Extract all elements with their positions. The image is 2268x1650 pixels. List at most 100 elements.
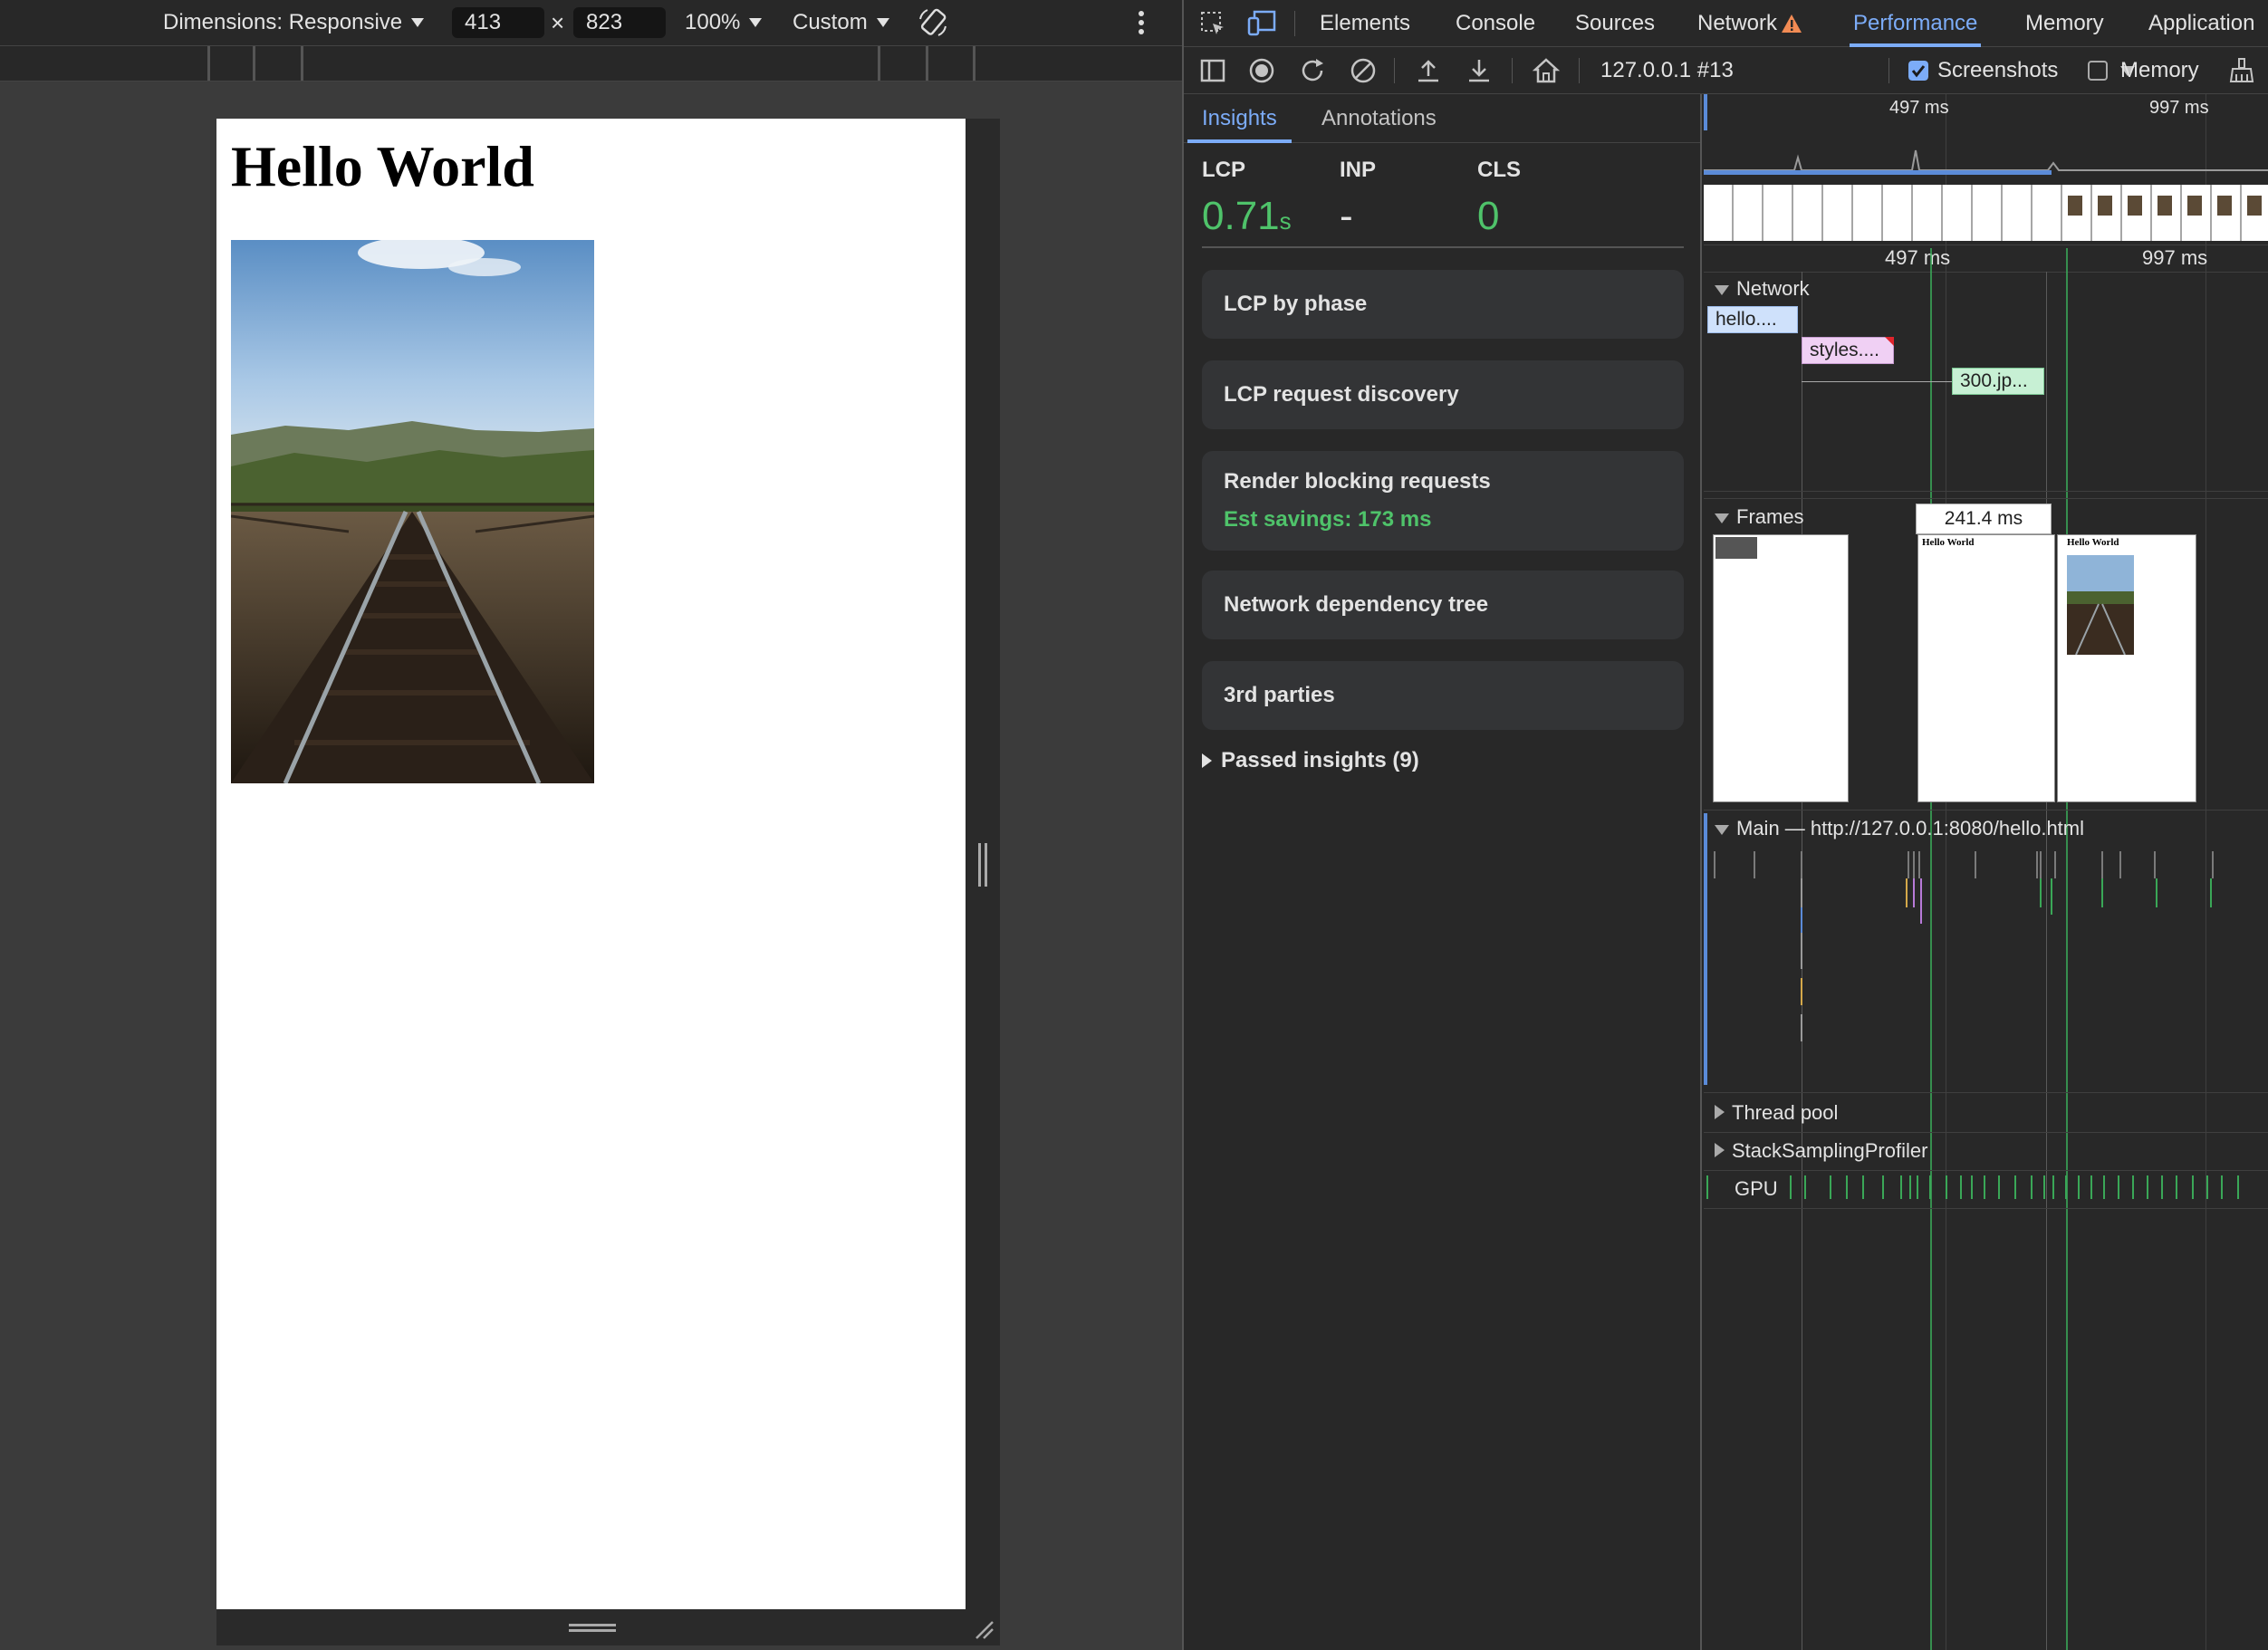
throttle-label: Custom xyxy=(793,10,868,34)
inspect-element-icon[interactable] xyxy=(1198,9,1227,38)
checkbox-unchecked-icon xyxy=(2088,61,2108,81)
resize-corner-icon[interactable] xyxy=(973,1618,995,1640)
chevron-down-icon xyxy=(411,18,425,27)
recording-select[interactable]: 127.0.0.1 #13 xyxy=(1600,47,2149,94)
network-request-image[interactable]: 300.jp... xyxy=(1952,368,2044,395)
upload-icon[interactable] xyxy=(1414,56,1443,85)
tab-network[interactable]: Network xyxy=(1697,0,1802,47)
checkbox-checked-icon xyxy=(1908,61,1928,81)
divider xyxy=(1704,272,2268,273)
insight-card-network-dependency-tree[interactable]: Network dependency tree xyxy=(1202,571,1684,639)
divider xyxy=(1704,498,2268,499)
devtools-panel: Elements Console Sources Network Perform… xyxy=(1182,0,2268,1650)
tab-console[interactable]: Console xyxy=(1456,0,1535,47)
sidebar-toggle-icon[interactable] xyxy=(1198,56,1227,85)
timeline-panel[interactable]: 497 ms 997 ms 497 ms 997 ms Network hell… xyxy=(1704,94,2268,1650)
metric-value: - xyxy=(1340,194,1353,238)
insight-card-lcp-by-phase[interactable]: LCP by phase xyxy=(1202,270,1684,339)
memory-checkbox[interactable]: Memory xyxy=(2088,47,2199,94)
divider xyxy=(1704,1208,2268,1209)
insight-card-lcp-request-discovery[interactable]: LCP request discovery xyxy=(1202,360,1684,429)
device-toolbar-icon[interactable] xyxy=(1247,9,1278,38)
tab-insights[interactable]: Insights xyxy=(1187,94,1292,143)
media-query-bar[interactable] xyxy=(0,45,1182,82)
gpu-track xyxy=(1706,1175,2239,1199)
chevron-down-icon xyxy=(1715,285,1729,295)
metric-label: LCP xyxy=(1202,158,1245,182)
insight-title: Render blocking requests xyxy=(1224,469,1491,494)
track-thread-pool[interactable]: Thread pool xyxy=(1715,1101,1838,1125)
zoom-dropdown[interactable]: 100% xyxy=(685,0,763,45)
network-request-html[interactable]: hello.... xyxy=(1707,306,1798,333)
tab-performance[interactable]: Performance xyxy=(1849,0,1982,47)
insight-title: LCP request discovery xyxy=(1224,382,1459,407)
height-input[interactable] xyxy=(573,7,666,38)
dimensions-label: Dimensions: Responsive xyxy=(163,10,403,34)
throttle-dropdown[interactable]: Custom xyxy=(793,0,889,45)
divider xyxy=(1704,1170,2268,1171)
insight-savings: Est savings: 173 ms xyxy=(1224,507,1432,532)
insight-card-3rd-parties[interactable]: 3rd parties xyxy=(1202,661,1684,730)
track-frames[interactable]: Frames xyxy=(1715,505,1804,529)
divider xyxy=(1704,491,2268,492)
insight-title: LCP by phase xyxy=(1224,292,1368,316)
width-input[interactable] xyxy=(452,7,544,38)
frame-thumb-photo xyxy=(2067,555,2134,655)
track-stack-sampling-label: StackSamplingProfiler xyxy=(1732,1139,1928,1162)
overview-tick-label: 497 ms xyxy=(1889,98,1949,118)
tab-application[interactable]: Application xyxy=(2148,0,2254,47)
home-icon[interactable] xyxy=(1532,56,1561,85)
track-network[interactable]: Network xyxy=(1715,277,1810,301)
dimensions-dropdown[interactable]: Dimensions: Responsive xyxy=(163,0,425,45)
tab-elements[interactable]: Elements xyxy=(1320,0,1410,47)
tab-annotations[interactable]: Annotations xyxy=(1321,94,1437,143)
metric-value: 0.71s xyxy=(1202,194,1292,239)
insight-card-render-blocking[interactable]: Render blocking requests Est savings: 17… xyxy=(1202,451,1684,551)
tab-memory[interactable]: Memory xyxy=(2025,0,2104,47)
metric-cls: CLS 0 xyxy=(1477,158,1521,239)
clear-icon[interactable] xyxy=(1349,56,1378,85)
separator xyxy=(1512,58,1513,83)
divider xyxy=(1202,246,1684,248)
chevron-right-icon xyxy=(1715,1105,1725,1119)
screenshots-checkbox[interactable]: Screenshots xyxy=(1908,47,2058,94)
track-main[interactable]: Main — http://127.0.0.1:8080/hello.html xyxy=(1715,817,2084,840)
download-icon[interactable] xyxy=(1465,56,1494,85)
resize-handle-right[interactable] xyxy=(966,119,1000,1609)
performance-toolbar: 127.0.0.1 #13 Screenshots Memory xyxy=(1184,47,2268,94)
metric-label: CLS xyxy=(1477,158,1521,182)
divider xyxy=(1704,810,2268,811)
selection-handle-left[interactable] xyxy=(1704,94,1707,130)
rotate-icon[interactable] xyxy=(917,0,949,45)
resize-handle-bottom[interactable] xyxy=(216,1609,1000,1645)
render-blocking-flag-icon xyxy=(1885,337,1894,346)
insights-panel: Insights Annotations LCP 0.71s INP - CLS… xyxy=(1184,94,1702,1650)
screenshot-strip xyxy=(1704,185,2268,241)
memory-label: Memory xyxy=(2120,58,2199,82)
ruler-tick xyxy=(973,46,975,81)
track-network-label: Network xyxy=(1736,277,1810,300)
record-icon[interactable] xyxy=(1247,56,1276,85)
network-request-css[interactable]: styles.... xyxy=(1802,337,1894,364)
chevron-down-icon xyxy=(876,18,889,27)
track-stack-sampling-profiler[interactable]: StackSamplingProfiler xyxy=(1715,1139,1927,1163)
collect-garbage-icon[interactable] xyxy=(2227,56,2256,85)
frame-screenshot[interactable]: Hello World xyxy=(2057,534,2196,802)
frame-thumb-heading: Hello World xyxy=(2067,537,2119,548)
more-options-icon[interactable] xyxy=(1137,0,1146,45)
cpu-overview xyxy=(1704,149,2268,175)
frame-screenshot[interactable]: Hello World xyxy=(1917,534,2055,802)
device-toolbar: Dimensions: Responsive × 100% Custom xyxy=(0,0,1182,45)
separator xyxy=(1294,11,1295,36)
tab-sources[interactable]: Sources xyxy=(1575,0,1655,47)
recording-label: 127.0.0.1 #13 xyxy=(1600,58,1734,82)
passed-insights-toggle[interactable]: Passed insights (9) xyxy=(1202,748,1419,773)
main-thread-flamechart[interactable] xyxy=(1704,842,2268,1114)
ruler-tick xyxy=(878,46,880,81)
frame-screenshot[interactable] xyxy=(1713,534,1849,802)
chevron-down-icon xyxy=(749,18,763,27)
grip-icon xyxy=(978,843,987,887)
reload-record-icon[interactable] xyxy=(1298,56,1327,85)
screenshots-label: Screenshots xyxy=(1937,58,2059,82)
frame-duration-tooltip: 241.4 ms xyxy=(1916,504,2052,534)
